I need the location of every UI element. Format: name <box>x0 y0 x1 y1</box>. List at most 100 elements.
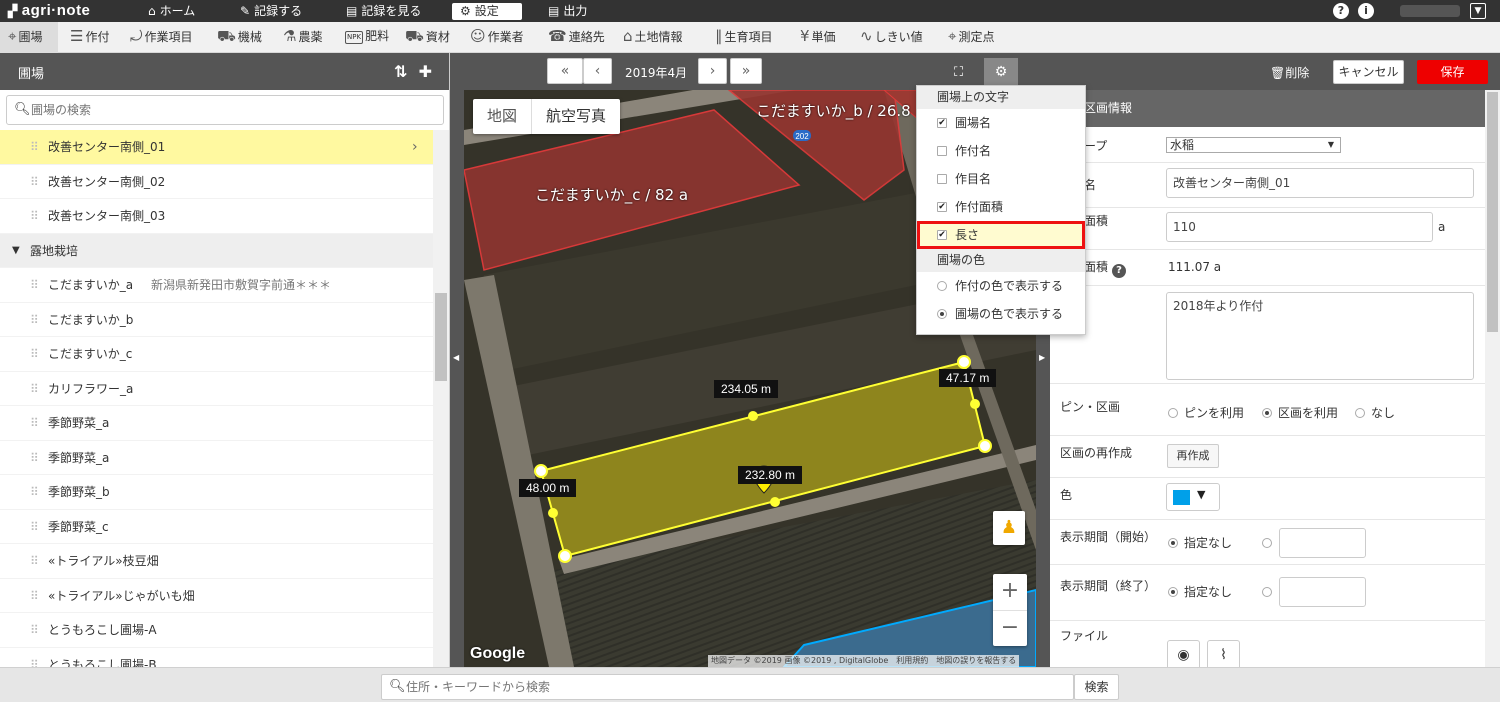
midpoint-handle[interactable] <box>770 497 780 507</box>
midpoint-handle[interactable] <box>548 508 558 518</box>
subnav-pesticides[interactable]: ⚗ 農薬 <box>283 22 322 53</box>
left-panel-toggle[interactable]: ◀ <box>450 53 464 667</box>
topnav-view-records[interactable]: ▤ 記録を見る <box>338 0 429 22</box>
drag-handle-icon[interactable]: ⠿ <box>30 130 39 164</box>
prev-year-button[interactable]: « <box>547 58 583 84</box>
radio[interactable] <box>1168 587 1178 597</box>
end-option-none[interactable]: 指定なし <box>1168 583 1232 601</box>
map-attribution[interactable]: 地図データ ©2019 画像 ©2019 , DigitalGlobe 利用規約… <box>708 655 1020 667</box>
field-list-item[interactable]: ⠿ こだますいか_b <box>0 303 433 337</box>
add-icon[interactable]: ✚ <box>419 62 432 81</box>
field-list-item[interactable]: ⠿ 季節野菜_a <box>0 441 433 475</box>
collapse-triangle-icon[interactable]: ▼ <box>12 234 20 268</box>
radio[interactable] <box>1262 538 1272 548</box>
dropdown-option[interactable]: ✔ 長さ <box>917 221 1085 249</box>
sort-icon[interactable]: ⇅ <box>394 62 407 81</box>
info-icon[interactable]: i <box>1358 3 1374 19</box>
save-button[interactable]: 保存 <box>1417 60 1488 84</box>
field-list-item[interactable]: ⠿ 季節野菜_a <box>0 406 433 441</box>
camera-icon[interactable]: ◉ <box>1167 640 1200 667</box>
checkbox[interactable] <box>937 146 947 156</box>
checkbox[interactable]: ✔ <box>937 230 947 240</box>
checkbox[interactable] <box>937 174 947 184</box>
end-option-date[interactable] <box>1262 583 1278 601</box>
drag-handle-icon[interactable]: ⠿ <box>30 441 39 475</box>
subnav-contacts[interactable]: ☎ 連絡先 <box>548 22 605 53</box>
drag-handle-icon[interactable]: ⠿ <box>30 303 39 337</box>
field-list-item[interactable]: ⠿ 季節野菜_b <box>0 475 433 510</box>
radio[interactable] <box>937 281 947 291</box>
subnav-threshold[interactable]: ∿ しきい値 <box>860 22 923 53</box>
field-list-item[interactable]: ⠿ 改善センター南側_01 › <box>0 130 433 165</box>
field-list-scroll-thumb[interactable] <box>435 293 447 381</box>
recreate-button[interactable]: 再作成 <box>1167 444 1219 468</box>
start-option-none[interactable]: 指定なし <box>1168 534 1232 552</box>
drag-handle-icon[interactable]: ⠿ <box>30 165 39 199</box>
subnav-work-items[interactable]: ⤾ 作業項目 <box>130 22 193 53</box>
radio[interactable] <box>937 309 947 319</box>
area-input[interactable]: 110 <box>1166 212 1433 242</box>
subnav-land-info[interactable]: ⌂ 土地情報 <box>623 22 683 53</box>
fullscreen-icon[interactable]: ⛶ <box>954 65 963 80</box>
drag-handle-icon[interactable]: ⠿ <box>30 199 39 233</box>
field-list-item[interactable]: ⠿ 改善センター南側_03 <box>0 199 433 234</box>
pin-option-area[interactable]: 区画を利用 <box>1262 404 1338 422</box>
zoom-in-button[interactable]: + <box>993 574 1027 610</box>
topnav-record[interactable]: ✎ 記録する <box>232 0 310 22</box>
field-list-item[interactable]: ⠿ 季節野菜_c <box>0 510 433 544</box>
memo-textarea[interactable]: 2018年より作付 <box>1166 292 1474 380</box>
detail-scroll-thumb[interactable] <box>1487 92 1498 332</box>
drag-handle-icon[interactable]: ⠿ <box>30 579 39 613</box>
field-list-item[interactable]: ⠿ とうもろこし圃場-A <box>0 613 433 648</box>
vertex-handle[interactable] <box>558 549 572 563</box>
drag-handle-icon[interactable]: ⠿ <box>30 613 39 647</box>
paperclip-icon[interactable]: ⌇ <box>1207 640 1240 667</box>
dropdown-option[interactable]: ✔ 作付面積 <box>917 193 1085 221</box>
pin-option-pin[interactable]: ピンを利用 <box>1168 404 1244 422</box>
group-select[interactable]: 水稲 ▼ <box>1166 137 1341 153</box>
subnav-materials[interactable]: ⛟ 資材 <box>405 22 450 53</box>
delete-button[interactable]: 🗑︎削除 <box>1270 64 1309 81</box>
area-radio[interactable] <box>1262 408 1272 418</box>
none-radio[interactable] <box>1355 408 1365 418</box>
next-year-button[interactable]: » <box>730 58 762 84</box>
help-icon[interactable]: ? <box>1112 264 1127 278</box>
drag-handle-icon[interactable]: ⠿ <box>30 372 39 406</box>
radio[interactable] <box>1262 587 1272 597</box>
subnav-fertilizer[interactable]: NPK 肥料 <box>345 22 389 53</box>
address-search-button[interactable]: 検索 <box>1074 674 1119 700</box>
field-list-item[interactable]: ⠿ 改善センター南側_02 <box>0 165 433 199</box>
subnav-growth-items[interactable]: ∥ 生育項目 <box>715 22 773 53</box>
subnav-fields[interactable]: ⌖ 圃場 <box>0 22 58 53</box>
topnav-output[interactable]: ▤ 出力 <box>540 0 595 22</box>
cancel-button[interactable]: キャンセル <box>1333 60 1404 84</box>
midpoint-handle[interactable] <box>970 399 980 409</box>
pin-option-none[interactable]: なし <box>1355 404 1395 422</box>
field-list-scrollbar[interactable] <box>433 130 449 667</box>
subnav-crops[interactable]: ☰ 作付 <box>70 22 109 53</box>
field-list-item[interactable]: ⠿ カリフラワー_a <box>0 372 433 406</box>
drag-handle-icon[interactable]: ⠿ <box>30 648 39 668</box>
dropdown-option[interactable]: 作目名 <box>917 165 1085 193</box>
field-group-row[interactable]: ▼ 露地栽培 <box>0 233 433 268</box>
street-view-pegman-icon[interactable]: ♟ <box>993 511 1025 545</box>
field-list-item[interactable]: ⠿ こだますいか_c <box>0 337 433 372</box>
map-type-satellite[interactable]: 航空写真 <box>531 99 620 134</box>
user-menu-caret-icon[interactable]: ▼ <box>1470 3 1486 19</box>
dropdown-option[interactable]: ✔ 圃場名 <box>917 109 1085 137</box>
drag-handle-icon[interactable]: ⠿ <box>30 475 39 509</box>
color-mode-option[interactable]: 圃場の色で表示する <box>917 300 1085 328</box>
app-logo[interactable]: ▞ agri·note <box>8 2 90 19</box>
checkbox[interactable]: ✔ <box>937 202 947 212</box>
name-input[interactable]: 改善センター南側_01 <box>1166 168 1474 198</box>
field-search-input[interactable] <box>31 100 431 120</box>
start-option-date[interactable] <box>1262 534 1278 552</box>
zoom-out-button[interactable]: − <box>993 610 1027 646</box>
subnav-machinery[interactable]: ⛟ 機械 <box>217 22 262 53</box>
dropdown-option[interactable]: 作付名 <box>917 137 1085 165</box>
prev-month-button[interactable]: ‹ <box>583 58 612 84</box>
midpoint-handle[interactable] <box>748 411 758 421</box>
topnav-home[interactable]: ⌂ ホーム <box>140 0 203 22</box>
field-list-item[interactable]: ⠿ こだますいか_a 新潟県新発田市敷賀字前通＊＊＊ <box>0 268 433 303</box>
field-list-item[interactable]: ⠿ とうもろこし圃場-B <box>0 648 433 668</box>
